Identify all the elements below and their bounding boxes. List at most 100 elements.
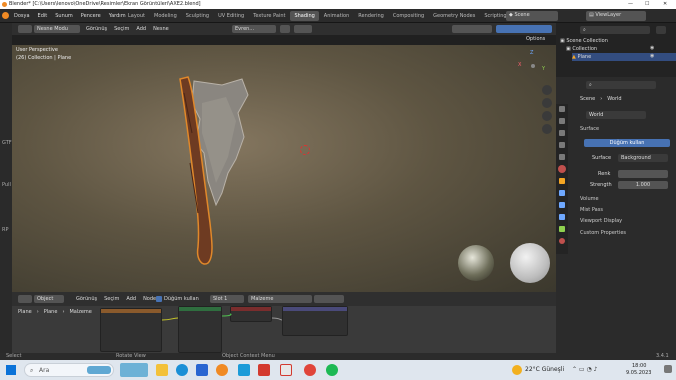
blender-icon[interactable]	[216, 364, 228, 376]
shader-node-editor[interactable]: Plane › Plane › Malzeme	[12, 306, 556, 353]
spotify-icon[interactable]	[326, 364, 338, 376]
outliner-item-collection[interactable]: ▣ Collection ◉	[566, 45, 676, 53]
section-custom-properties[interactable]: Custom Properties	[580, 231, 626, 236]
windows-start-icon[interactable]	[6, 365, 16, 375]
tab-animation[interactable]: Animation	[320, 11, 354, 21]
properties-search[interactable]: ⌕	[586, 81, 656, 89]
menu-edit[interactable]: Edit	[38, 14, 48, 19]
filter-icon[interactable]	[656, 26, 666, 34]
menu-sunum[interactable]: Sunum	[55, 14, 73, 19]
outliner-item-scene-collection[interactable]: ▣ Scene Collection	[560, 37, 676, 45]
menu-gorunus[interactable]: Görünüş	[76, 297, 97, 302]
use-nodes-button[interactable]: Düğüm kullan	[584, 139, 670, 147]
tab-geometry-nodes[interactable]: Geometry Nodes	[429, 11, 479, 21]
taskbar-search[interactable]: ⌕ Ara	[24, 363, 114, 377]
editor-type-button[interactable]	[18, 25, 32, 33]
visibility-eye-icon[interactable]: ◉	[650, 54, 654, 59]
tab-texture-paint[interactable]: Texture Paint	[249, 11, 289, 21]
chrome-icon[interactable]	[304, 364, 316, 376]
office-icon[interactable]	[280, 364, 292, 376]
data-tab-icon[interactable]	[559, 226, 565, 232]
tab-rendering[interactable]: Rendering	[354, 11, 388, 21]
taskbar-time[interactable]: 18:00	[632, 364, 646, 369]
tab-uv-editing[interactable]: UV Editing	[214, 11, 248, 21]
options-button[interactable]: Options	[526, 37, 545, 42]
mail-icon[interactable]	[258, 364, 270, 376]
weather-sun-icon[interactable]	[512, 365, 522, 375]
minimize-button[interactable]: —	[628, 2, 633, 7]
axe-model[interactable]	[162, 73, 272, 273]
grid-icon[interactable]	[542, 124, 552, 134]
section-volume[interactable]: Volume	[580, 197, 599, 202]
render-tab-icon[interactable]	[559, 118, 565, 124]
transform-orientation[interactable]: Evren...	[232, 25, 276, 33]
tab-sculpting[interactable]: Sculpting	[182, 11, 213, 21]
menu-add[interactable]: Add	[126, 297, 136, 302]
modifier-tab-icon[interactable]	[559, 190, 565, 196]
edge-icon[interactable]	[176, 364, 188, 376]
view-layer-tab-icon[interactable]	[559, 142, 565, 148]
color-swatch[interactable]	[618, 170, 668, 178]
task-view-icon[interactable]	[120, 363, 148, 377]
scene-tab-icon[interactable]	[559, 154, 565, 160]
gizmo-x-icon[interactable]: X	[518, 63, 521, 68]
blender-menu-icon[interactable]	[2, 12, 9, 19]
menu-nesne[interactable]: Nesne	[153, 27, 169, 32]
visibility-eye-icon[interactable]: ◉	[650, 46, 654, 51]
tab-shading[interactable]: Shading	[290, 11, 319, 21]
world-selector[interactable]: World	[586, 111, 646, 119]
shader-type-dropdown[interactable]: Object	[34, 295, 64, 303]
maximize-button[interactable]: ☐	[645, 2, 649, 7]
editor-type-button[interactable]	[18, 295, 32, 303]
outliner-item-plane[interactable]: ▲ Plane ◉	[572, 53, 676, 61]
snap-icon[interactable]	[294, 25, 312, 33]
gizmo-y-icon[interactable]: Y	[542, 67, 545, 72]
section-viewport-display[interactable]: Viewport Display	[580, 219, 622, 224]
menu-add[interactable]: Add	[136, 27, 146, 32]
section-surface[interactable]: Surface	[580, 127, 599, 132]
store-icon[interactable]	[196, 364, 208, 376]
3d-viewport[interactable]: User Perspective (26) Collection | Plane…	[12, 45, 556, 292]
camera-icon[interactable]	[542, 111, 552, 121]
outliner-search[interactable]: ⌕	[580, 26, 650, 34]
tab-layout[interactable]: Layout	[124, 11, 149, 21]
physics-tab-icon[interactable]	[559, 214, 565, 220]
shading-mode-icons[interactable]	[496, 25, 552, 33]
close-button[interactable]: ✕	[663, 2, 667, 7]
pivot-icon[interactable]	[280, 25, 290, 33]
world-tab-icon[interactable]	[558, 165, 566, 173]
material-actions[interactable]	[314, 295, 344, 303]
slot-dropdown[interactable]: Slot 1	[210, 295, 244, 303]
object-tab-icon[interactable]	[559, 178, 565, 184]
menu-node[interactable]: Node	[143, 297, 156, 302]
surface-shader-field[interactable]: Background	[618, 154, 668, 162]
node-image-texture[interactable]	[100, 308, 162, 352]
material-tab-icon[interactable]	[559, 238, 565, 244]
navigation-gizmo[interactable]: Z X Y	[518, 51, 548, 81]
tray-icons[interactable]: ⌃ ▭ ◔ ♪	[572, 367, 597, 373]
menu-dosya[interactable]: Dosya	[14, 14, 30, 19]
menu-secim[interactable]: Seçim	[104, 297, 119, 302]
mode-dropdown[interactable]: Nesne Modu	[34, 25, 80, 33]
scene-selector[interactable]: ◆ Scene	[506, 11, 558, 21]
tab-modeling[interactable]: Modeling	[150, 11, 181, 21]
use-nodes-checkbox[interactable]	[156, 296, 162, 302]
zoom-icon[interactable]	[542, 85, 552, 95]
visibility-icons[interactable]	[452, 25, 492, 33]
menu-secim[interactable]: Seçim	[114, 27, 129, 32]
material-selector[interactable]: Malzeme	[248, 295, 312, 303]
particles-tab-icon[interactable]	[559, 202, 565, 208]
menu-pencere[interactable]: Pencere	[81, 14, 101, 19]
viewlayer-selector[interactable]: ▤ ViewLayer	[586, 11, 646, 21]
gizmo-z-icon[interactable]: Z	[530, 51, 533, 56]
menu-gorunus[interactable]: Görünüş	[86, 27, 107, 32]
pan-hand-icon[interactable]	[542, 98, 552, 108]
tab-compositing[interactable]: Compositing	[389, 11, 428, 21]
strength-field[interactable]: 1.000	[618, 181, 668, 189]
tool-tab-icon[interactable]	[559, 106, 565, 112]
notification-icon[interactable]	[664, 365, 672, 373]
weather-text[interactable]: 22°C Güneşli	[525, 367, 564, 373]
taskbar-date[interactable]: 9.05.2023	[626, 371, 651, 376]
section-mist-pass[interactable]: Mist Pass	[580, 208, 603, 213]
output-tab-icon[interactable]	[559, 130, 565, 136]
